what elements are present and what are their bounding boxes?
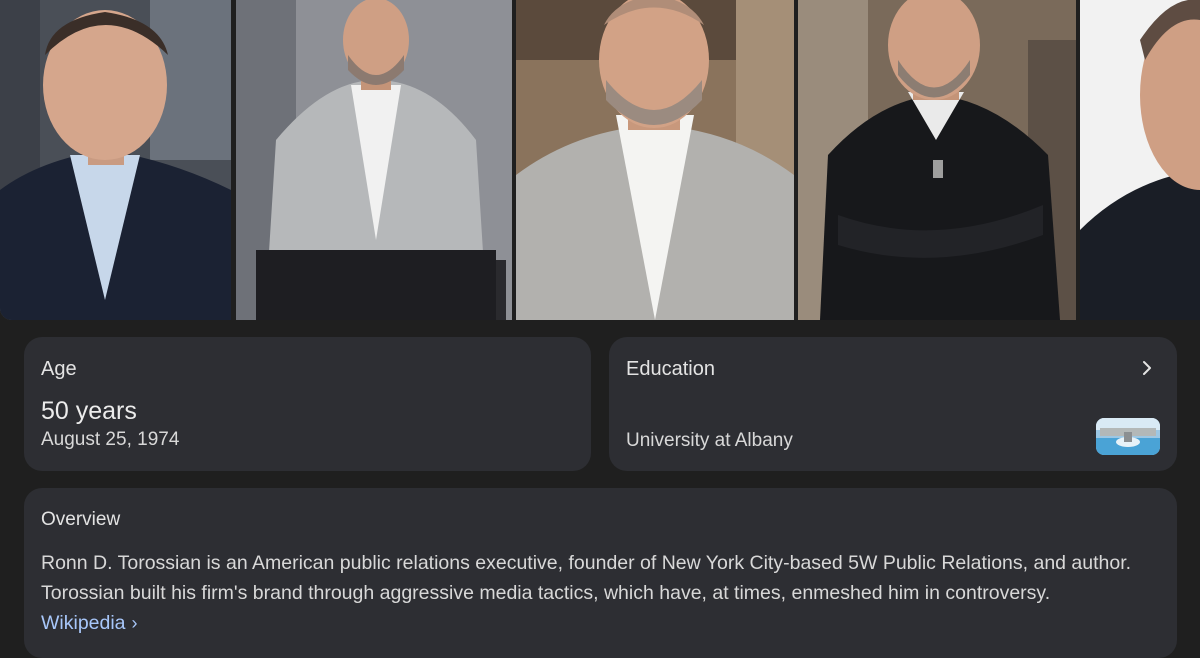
- school-thumbnail[interactable]: [1096, 418, 1160, 455]
- image-strip: [0, 0, 1200, 320]
- age-card: Age 50 years August 25, 1974: [24, 337, 591, 471]
- education-card[interactable]: Education University at Albany: [609, 337, 1177, 471]
- photo-thumbnail[interactable]: [798, 0, 1076, 320]
- age-value: 50 years: [41, 397, 137, 425]
- overview-card: Overview Ronn D. Torossian is an America…: [24, 488, 1177, 658]
- overview-text-block: Ronn D. Torossian is an American public …: [41, 548, 1151, 638]
- overview-description: Ronn D. Torossian is an American public …: [41, 552, 1132, 604]
- photo-thumbnail[interactable]: [236, 0, 512, 320]
- education-label: Education: [626, 358, 715, 380]
- chevron-right-icon[interactable]: [1139, 360, 1155, 376]
- age-label: Age: [41, 358, 77, 380]
- wikipedia-link[interactable]: Wikipedia ›: [41, 612, 138, 634]
- photo-thumbnail[interactable]: [0, 0, 231, 320]
- birth-date: August 25, 1974: [41, 429, 180, 450]
- photo-thumbnail[interactable]: [516, 0, 794, 320]
- photo-thumbnail[interactable]: [1080, 0, 1200, 320]
- overview-label: Overview: [41, 509, 121, 530]
- chevron-right-icon: ›: [131, 613, 138, 633]
- wikipedia-link-label: Wikipedia: [41, 612, 126, 634]
- education-school[interactable]: University at Albany: [626, 430, 793, 452]
